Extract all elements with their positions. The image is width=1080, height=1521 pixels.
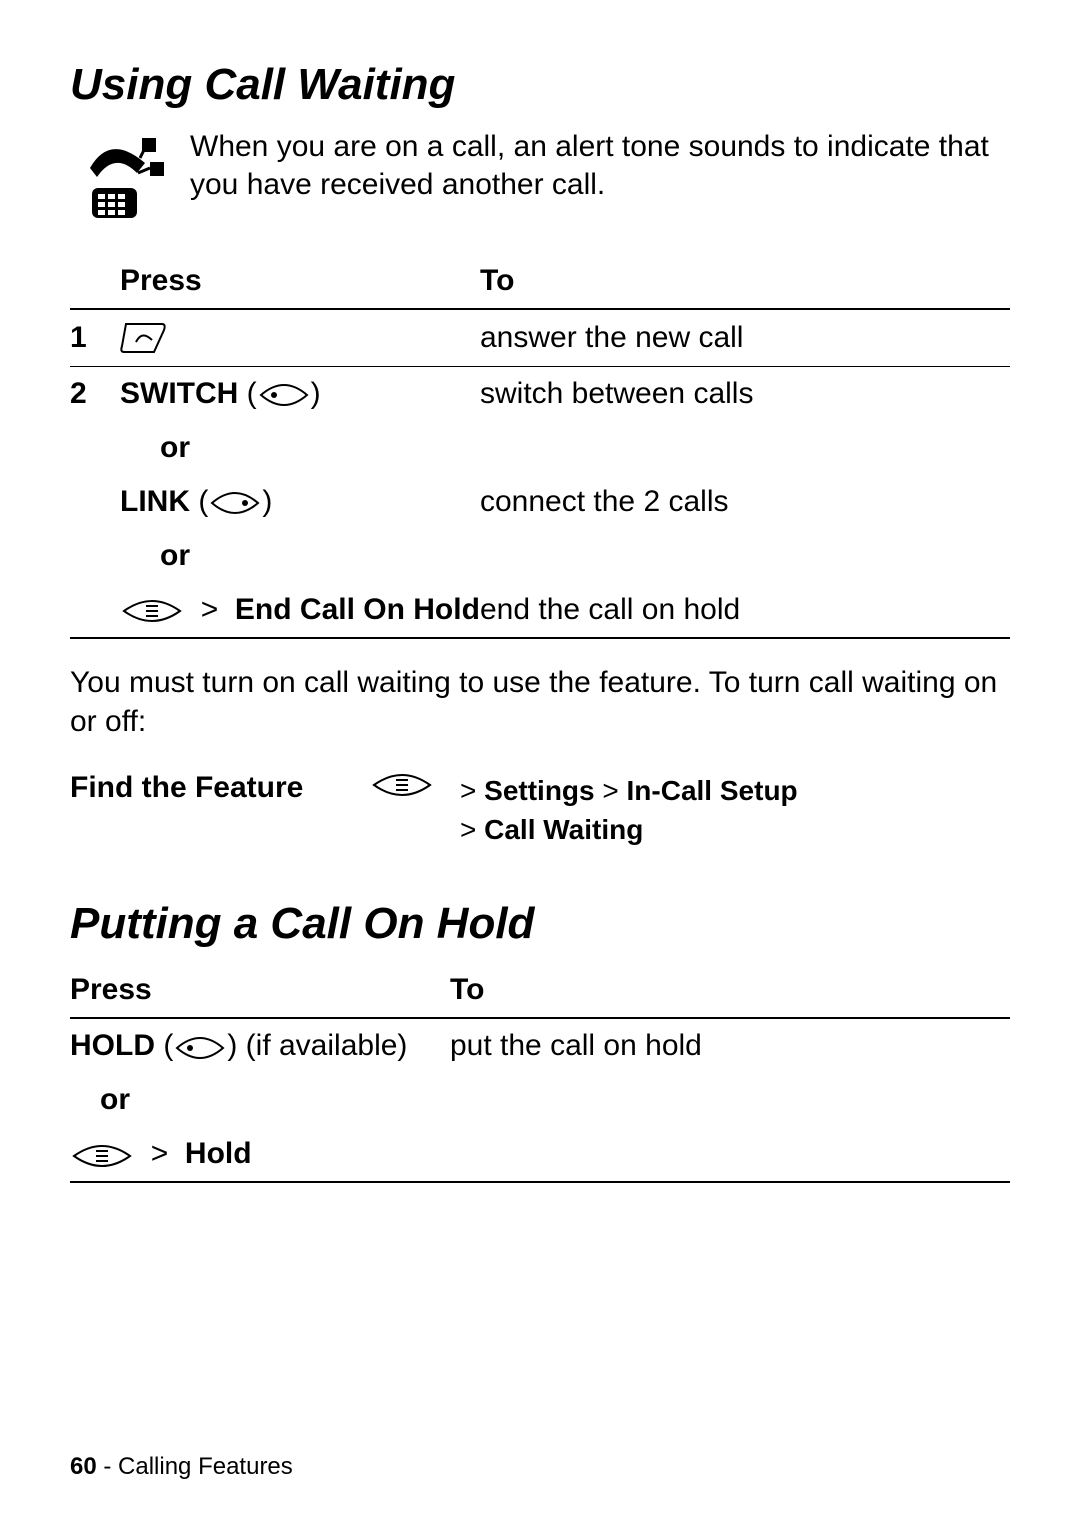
step-description: answer the new call <box>480 321 1010 355</box>
table-row: HOLD ( ) (if available) put the call on … <box>70 1019 1010 1073</box>
step-description: switch between calls <box>480 377 1010 411</box>
left-softkey-icon <box>173 1034 227 1062</box>
step-number: 2 <box>70 377 120 411</box>
softkey-hold-label: HOLD <box>70 1029 155 1062</box>
table-row: LINK ( ) connect the 2 calls <box>70 475 1010 529</box>
column-header-to: To <box>480 264 1010 298</box>
manual-page: Using Call Waiting When you are on a cal… <box>0 0 1080 1521</box>
nav-call-waiting: Call Waiting <box>484 814 643 845</box>
step-description: connect the 2 calls <box>480 485 1010 519</box>
note-paragraph: You must turn on call waiting to use the… <box>70 663 1010 741</box>
intro-paragraph: When you are on a call, an alert tone so… <box>190 128 1010 203</box>
heading-using-call-waiting: Using Call Waiting <box>70 60 1010 110</box>
find-the-feature-row: Find the Feature > Settings > In-Call Se… <box>70 771 1010 849</box>
or-separator: or <box>70 1073 1010 1127</box>
table-row: > Hold <box>70 1127 1010 1183</box>
left-softkey-icon <box>257 381 311 409</box>
step-description: end the call on hold <box>480 593 1010 627</box>
menu-item-hold: Hold <box>185 1137 252 1170</box>
softkey-link-label: LINK <box>120 485 190 518</box>
or-separator: or <box>70 421 1010 475</box>
column-header-press: Press <box>120 264 480 298</box>
or-separator: or <box>70 529 1010 583</box>
chevron: > <box>201 593 219 626</box>
phone-network-icon <box>70 128 170 228</box>
column-header-to: To <box>450 973 1010 1007</box>
softkey-switch-label: SWITCH <box>120 377 238 410</box>
send-key-icon <box>120 320 168 356</box>
nav-path: > Settings > In-Call Setup > Call Waitin… <box>460 771 798 849</box>
availability-note: (if available) <box>246 1029 408 1062</box>
table-call-waiting-steps: Press To 1 answer the new call 2 SWITCH <box>70 258 1010 639</box>
menu-key-icon <box>370 771 434 799</box>
column-header-press: Press <box>70 973 450 1007</box>
nav-in-call-setup: In-Call Setup <box>627 775 798 806</box>
step-description: put the call on hold <box>450 1029 1010 1063</box>
intro-row: When you are on a call, an alert tone so… <box>70 128 1010 228</box>
table-row: > End Call On Hold end the call on hold <box>70 583 1010 639</box>
menu-item-end-call-on-hold: End Call On Hold <box>235 593 480 626</box>
step-number: 1 <box>70 321 120 355</box>
table-row: 2 SWITCH ( ) switch between calls <box>70 367 1010 421</box>
page-footer: 60 - Calling Features <box>70 1453 293 1481</box>
heading-putting-call-on-hold: Putting a Call On Hold <box>70 899 1010 949</box>
chapter-title: Calling Features <box>118 1453 293 1480</box>
nav-settings: Settings <box>484 775 594 806</box>
table-hold-steps: Press To HOLD ( ) (if available) put the… <box>70 967 1010 1183</box>
table-row: 1 answer the new call <box>70 310 1010 367</box>
right-softkey-icon <box>208 489 262 517</box>
menu-key-icon <box>120 597 184 625</box>
find-the-feature-label: Find the Feature <box>70 771 370 805</box>
page-number: 60 <box>70 1453 97 1480</box>
menu-key-icon <box>70 1142 134 1170</box>
